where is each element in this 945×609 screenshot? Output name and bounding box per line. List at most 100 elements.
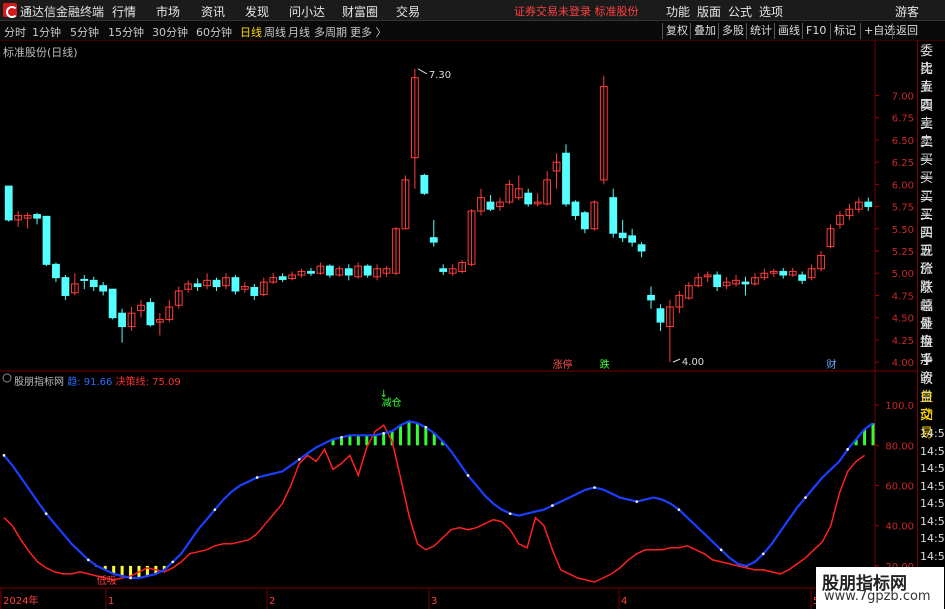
low-label: 4.00 <box>682 357 704 368</box>
menu-options[interactable]: 选项 <box>759 3 783 20</box>
indicator-title: 股朋指标网 趋: 91.66 决策线: 75.09 <box>14 373 181 388</box>
btn-draw[interactable]: 画线 <box>774 23 803 39</box>
buy-signal-label: 低吸 <box>97 574 117 587</box>
btn-adjust[interactable]: 复权 <box>662 23 691 39</box>
period-60min[interactable]: 60分钟 <box>196 24 232 40</box>
kline-chart[interactable]: 7.00 6.75 6.50 6.25 6.00 5.75 5.50 5.25 5.00 4.75… <box>0 41 917 609</box>
menu-formula[interactable]: 公式 <box>728 3 752 20</box>
menu-guest[interactable]: 游客 <box>895 3 919 20</box>
trade-time-7: 14:56 <box>920 549 945 563</box>
btn-overlay[interactable]: 叠加 <box>690 23 719 39</box>
candle-body <box>741 281 750 285</box>
trend-dot <box>635 500 639 503</box>
period-30min[interactable]: 30分钟 <box>152 24 188 40</box>
candle-body <box>33 214 41 219</box>
event-tag-2: 财 <box>826 358 836 371</box>
candle-body <box>656 308 665 323</box>
chart-title: 标准股份(日线) <box>3 46 78 59</box>
low-pointer <box>672 358 681 363</box>
ind-tick-label: 40.00 <box>885 522 914 533</box>
trade-time-5: 14:56 <box>920 514 945 528</box>
candle-body <box>146 302 155 326</box>
candle-body <box>52 263 60 279</box>
trend-dot <box>466 474 470 477</box>
menu-wealth-circle[interactable]: 财富圈 <box>342 3 378 20</box>
period-more[interactable]: 更多 〉 <box>350 24 387 40</box>
watermark: 股朋指标网 www.7gpzb.com <box>816 567 944 609</box>
btn-multi-stock[interactable]: 多股 <box>718 23 747 39</box>
menu-exchange[interactable]: 市场 <box>156 3 180 20</box>
btn-f10[interactable]: F10 <box>802 23 829 39</box>
menu-function[interactable]: 功能 <box>666 3 690 20</box>
candle-body <box>618 232 627 239</box>
app-title: 通达信金融终端 <box>20 5 105 19</box>
menu-market[interactable]: 行情 <box>112 3 136 20</box>
candle-body <box>344 268 353 276</box>
indicator-name: 股朋指标网 <box>14 377 64 388</box>
price-tick-label: 4.00 <box>892 358 914 369</box>
candle-body <box>212 279 221 288</box>
menu-discover[interactable]: 发现 <box>245 3 269 20</box>
period-monthly[interactable]: 月线 <box>288 24 310 40</box>
period-5min[interactable]: 5分钟 <box>70 24 99 40</box>
ind-tick-label: 100.0 <box>885 401 914 412</box>
period-weekly[interactable]: 周线 <box>264 24 286 40</box>
candle-body <box>250 286 259 296</box>
candle-body <box>108 288 117 319</box>
menu-layout[interactable]: 版面 <box>697 3 721 20</box>
hist-bar-high <box>373 435 377 446</box>
hist-bar-high <box>348 435 352 446</box>
quote-panel: 委比 卖五 卖四 卖三 卖二 卖一 买一 买二 买三 买四 买五 现价 涨跌 涨幅 总量 外盘 换手 净资 收益 自动… <box>917 41 945 609</box>
candle-body <box>713 274 722 288</box>
candle-body <box>89 279 98 288</box>
candle-body <box>61 277 70 296</box>
trend-dot <box>129 576 132 580</box>
hist-bar-high <box>356 435 360 446</box>
trend-dot <box>340 435 343 439</box>
indicator-line2-label: 决策线: 75.09 <box>115 377 181 388</box>
price-tick-label: 4.50 <box>892 314 914 325</box>
price-tick-label: 5.00 <box>892 269 914 280</box>
candle-body <box>637 244 646 252</box>
price-tick-label: 5.50 <box>892 225 914 236</box>
hist-bar-high <box>399 425 403 446</box>
candle-body <box>779 270 788 276</box>
menu-news[interactable]: 资讯 <box>201 3 225 20</box>
period-daily[interactable]: 日线 <box>240 24 262 40</box>
period-15min[interactable]: 15分钟 <box>108 24 144 40</box>
candle-body <box>609 197 618 234</box>
btn-mark[interactable]: 标记 <box>830 23 859 39</box>
trend-dot <box>593 486 596 489</box>
trend-dot <box>508 512 512 515</box>
watermark-url: www.7gpzb.com <box>824 589 931 604</box>
menu-ask-xiaoda[interactable]: 问小达 <box>289 3 325 20</box>
ind-tick-label: 80.00 <box>885 441 914 452</box>
price-tick-label: 7.00 <box>892 91 914 102</box>
menu-trade[interactable]: 交易 <box>396 3 420 20</box>
trend-dot <box>297 458 301 461</box>
candle-body <box>486 201 495 210</box>
candle-body <box>420 174 429 194</box>
price-tick-label: 5.75 <box>892 203 914 214</box>
trend-dot <box>551 504 554 507</box>
candle-body <box>99 285 108 292</box>
trade-time-3: 14:56 <box>920 479 945 493</box>
hist-bar-low <box>120 565 124 576</box>
btn-back[interactable]: 返回 <box>892 23 921 39</box>
btn-stats[interactable]: 统计 <box>746 23 775 39</box>
trend-line <box>3 420 874 580</box>
decision-line <box>3 424 866 583</box>
candle-body <box>429 237 438 243</box>
indicator-toggle-icon <box>2 373 12 383</box>
price-tick-label: 4.25 <box>892 336 914 347</box>
x-label-4: 4 <box>621 596 627 607</box>
trade-time-0: 14:56 <box>920 427 945 440</box>
trend-dot <box>44 512 48 515</box>
period-tick[interactable]: 分时 <box>4 24 26 40</box>
period-multi[interactable]: 多周期 <box>314 24 347 40</box>
price-tick-label: 6.75 <box>892 114 914 125</box>
period-1min[interactable]: 1分钟 <box>32 24 61 40</box>
trade-time-2: 14:56 <box>920 462 945 475</box>
trend-dot <box>87 558 90 562</box>
trend-dot <box>171 560 175 564</box>
